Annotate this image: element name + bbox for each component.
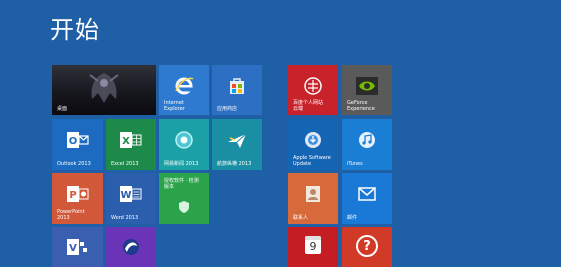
contacts-icon — [304, 185, 322, 203]
apple-update-icon — [303, 130, 323, 150]
visio-icon: V — [66, 238, 89, 256]
tile-label: 联系人 — [293, 215, 309, 221]
tile-visio[interactable]: V — [52, 227, 103, 267]
tile-contacts[interactable]: 联系人 — [288, 173, 338, 224]
itunes-icon — [357, 130, 377, 150]
desktop-wallpaper — [88, 69, 120, 105]
outlook-icon: O — [66, 131, 89, 149]
tile-apple-software-update[interactable]: Apple Software Update — [288, 119, 338, 170]
svg-text:P: P — [69, 190, 76, 201]
help-glyph: ? — [363, 238, 371, 254]
netease-icon — [174, 130, 194, 150]
tile-internet-explorer[interactable]: Internet Explorer — [159, 65, 209, 115]
tile-itunes[interactable]: iTunes — [342, 119, 392, 170]
tile-baidu-cloud[interactable]: 百度个人网站 云端 — [288, 65, 338, 115]
tile-label: Internet Explorer — [164, 100, 185, 112]
tile-purple-app[interactable] — [106, 227, 156, 267]
circular-logo-icon — [303, 76, 323, 96]
word-icon: W — [120, 185, 142, 203]
mail-icon — [358, 187, 376, 202]
tile-geforce-experience[interactable]: GeForce Experience — [342, 65, 392, 115]
tile-outlook[interactable]: O Outlook 2013 — [52, 119, 103, 170]
tile-label: 百度个人网站 云端 — [293, 100, 324, 112]
tile-netease[interactable]: 网易新闻 2013 — [159, 119, 209, 170]
tile-label: 网易新闻 2013 — [164, 161, 199, 167]
excel-icon: X — [120, 131, 142, 149]
tile-label: 航旅纵横 2013 — [217, 161, 252, 167]
tile-label: 授权软件 · 检测 版本 — [164, 178, 199, 190]
tile-calendar[interactable]: 9 — [288, 227, 338, 267]
tile-label: Apple Software Update — [293, 155, 331, 167]
help-icon: ? — [356, 235, 378, 257]
tile-license-check[interactable]: 授权软件 · 检测 版本 — [159, 173, 209, 224]
page-title: 开始 — [50, 16, 100, 44]
tile-label: 邮件 — [347, 215, 358, 221]
swirl-icon — [121, 237, 141, 257]
tile-label: 应用商店 — [217, 106, 238, 112]
tile-label: Excel 2013 — [111, 161, 139, 167]
tile-label: GeForce Experience — [347, 100, 375, 112]
tile-desktop[interactable]: 桌面 — [52, 65, 156, 115]
store-icon — [227, 76, 247, 96]
tile-label: Word 2013 — [111, 215, 139, 221]
svg-text:X: X — [122, 136, 130, 147]
powerpoint-icon: P — [66, 185, 89, 203]
svg-text:W: W — [120, 190, 131, 201]
tile-help[interactable]: ? — [342, 227, 392, 267]
shield-icon — [178, 200, 190, 214]
tile-mail[interactable]: 邮件 — [342, 173, 392, 224]
internet-explorer-icon — [173, 75, 195, 97]
nvidia-icon — [356, 77, 378, 95]
tile-label: Outlook 2013 — [57, 161, 91, 167]
tile-powerpoint[interactable]: P PowerPoint 2013 — [52, 173, 103, 224]
calendar-day: 9 — [309, 240, 317, 253]
tile-label: iTunes — [347, 161, 363, 167]
tile-store[interactable]: 应用商店 — [212, 65, 262, 115]
tile-word[interactable]: W Word 2013 — [106, 173, 156, 224]
tile-excel[interactable]: X Excel 2013 — [106, 119, 156, 170]
svg-text:V: V — [69, 243, 77, 254]
tile-label: PowerPoint 2013 — [57, 209, 85, 221]
airplane-icon — [226, 130, 248, 150]
svg-text:O: O — [68, 136, 77, 147]
tile-flight[interactable]: 航旅纵横 2013 — [212, 119, 262, 170]
calendar-icon: 9 — [305, 236, 321, 254]
tile-label: 桌面 — [57, 106, 68, 112]
